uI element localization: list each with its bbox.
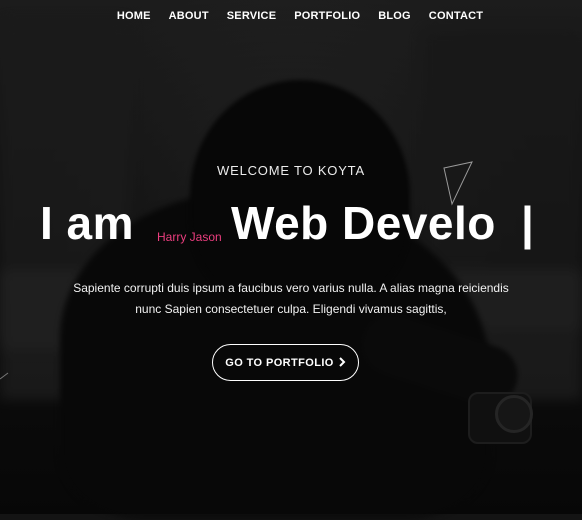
nav-item-home[interactable]: HOME [108,8,160,24]
typing-cursor: | [521,197,534,249]
main-navigation: HOME ABOUT SERVICE PORTFOLIO BLOG CONTAC… [0,8,582,24]
nav-item-blog[interactable]: BLOG [369,8,420,24]
go-to-portfolio-button[interactable]: GO TO PORTFOLIO [212,344,359,381]
tick-decoration-icon [0,372,9,380]
hero-description: Sapiente corrupti duis ipsum a faucibus … [40,278,542,320]
hero-headline: I am Harry Jason Web Develo | [40,196,560,256]
headline-name: Harry Jason [157,230,222,244]
nav-item-contact[interactable]: CONTACT [420,8,492,24]
dark-overlay [0,0,582,514]
nav-item-portfolio[interactable]: PORTFOLIO [285,8,369,24]
headline-typed-role: Web Develo [231,197,496,249]
hero-background [0,0,582,520]
chevron-right-icon [339,357,346,367]
description-line-1: Sapiente corrupti duis ipsum a faucibus … [73,281,509,295]
cta-label: GO TO PORTFOLIO [225,356,334,369]
nav-item-about[interactable]: ABOUT [160,8,218,24]
description-line-2: nunc Sapien consectetuer culpa. Eligendi… [135,302,447,316]
welcome-text: WELCOME TO KOYTA [217,163,365,178]
nav-item-service[interactable]: SERVICE [218,8,286,24]
headline-prefix: I am [40,197,135,249]
